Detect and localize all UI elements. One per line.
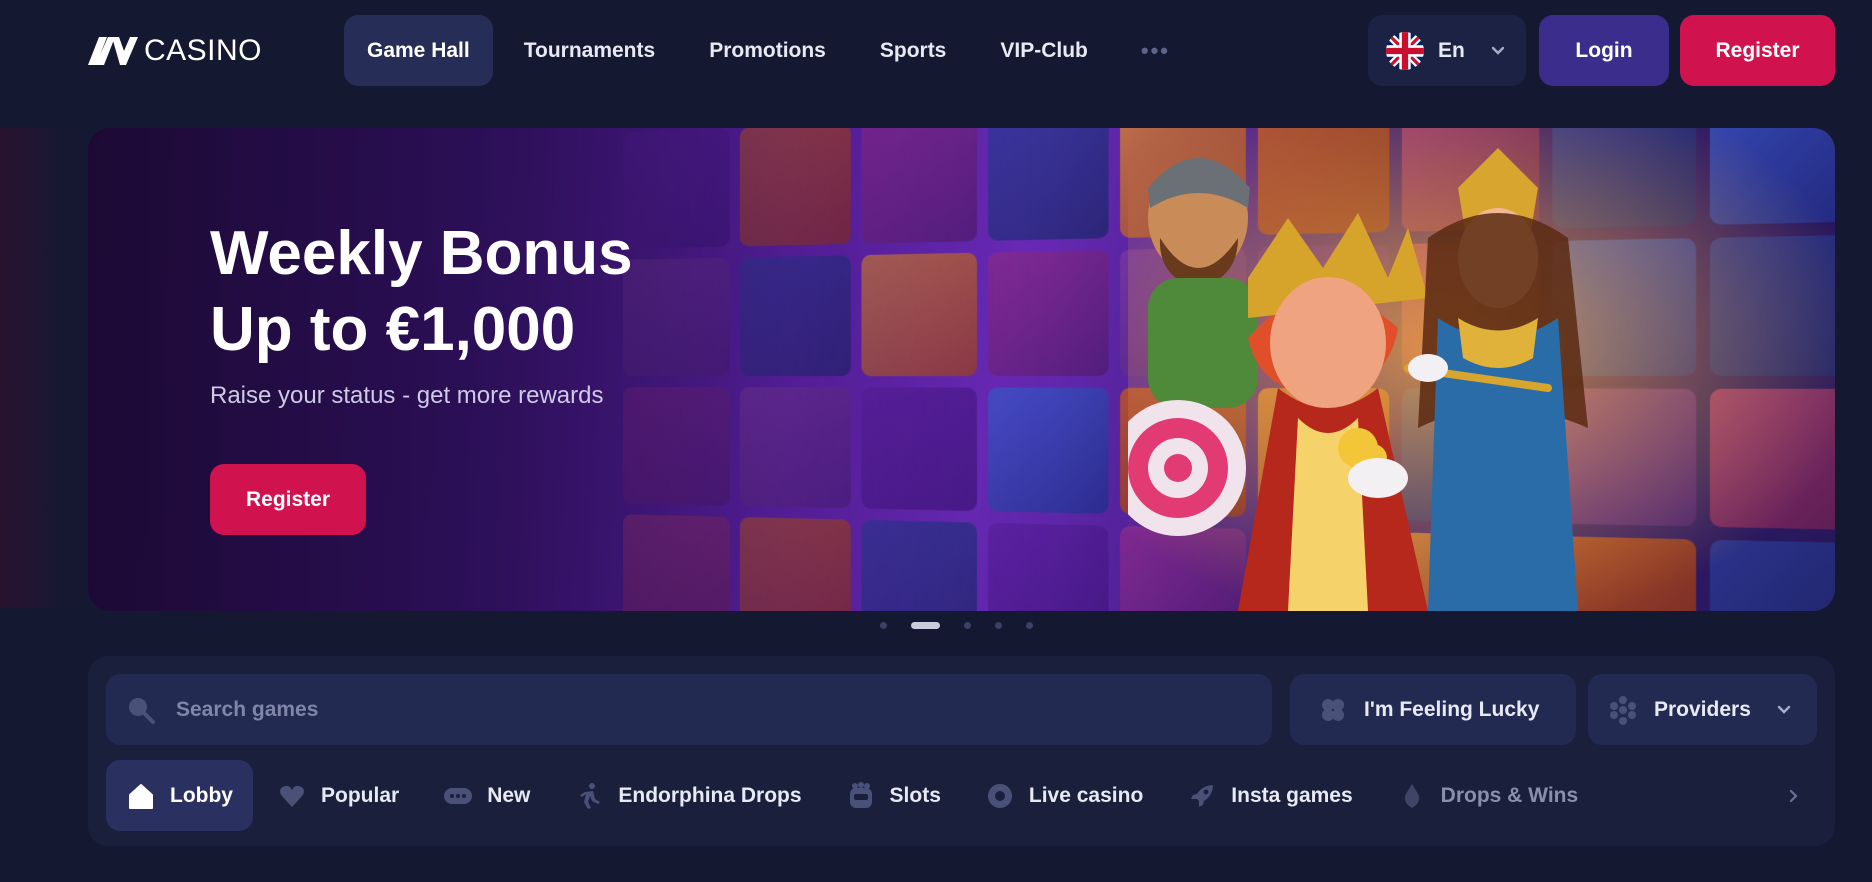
- nav-more-button[interactable]: •••: [1119, 15, 1192, 86]
- clover-icon: [1318, 695, 1348, 725]
- promo-banner[interactable]: Weekly Bonus Up to €1,000 Raise your sta…: [88, 128, 1835, 611]
- carousel-dot[interactable]: [880, 622, 887, 629]
- providers-dropdown[interactable]: Providers: [1588, 674, 1817, 745]
- category-popular[interactable]: Popular: [257, 760, 419, 831]
- carousel-dot[interactable]: [995, 622, 1002, 629]
- login-button[interactable]: Login: [1539, 15, 1669, 86]
- search-input[interactable]: [176, 697, 1256, 722]
- search-icon: [126, 695, 156, 725]
- search-box[interactable]: [106, 674, 1272, 745]
- category-label: New: [487, 783, 531, 807]
- carousel-dot[interactable]: [1026, 622, 1033, 629]
- feeling-lucky-label: I'm Feeling Lucky: [1364, 697, 1540, 721]
- chevron-down-icon: [1491, 39, 1505, 63]
- banner-register-button[interactable]: Register: [210, 464, 366, 535]
- category-new[interactable]: New: [423, 760, 550, 831]
- side-banner-peek: [0, 128, 70, 608]
- nav-promotions[interactable]: Promotions: [686, 15, 849, 86]
- language-label: En: [1438, 38, 1465, 62]
- site-logo[interactable]: CASINO: [88, 34, 262, 68]
- slot-machine-icon: [846, 781, 876, 811]
- banner-subtitle: Raise your status - get more rewards: [210, 382, 604, 409]
- category-lobby[interactable]: Lobby: [106, 760, 253, 831]
- category-slots[interactable]: Slots: [826, 760, 961, 831]
- banner-title-line1: Weekly Bonus: [210, 219, 633, 288]
- uk-flag-icon: [1386, 31, 1424, 70]
- category-label: Insta games: [1231, 783, 1353, 807]
- chevron-down-icon: [1777, 698, 1791, 722]
- nav-tournaments[interactable]: Tournaments: [501, 15, 678, 86]
- logo-text: CASINO: [144, 34, 263, 67]
- category-label: Slots: [889, 783, 941, 807]
- banner-characters-illustration: [1128, 128, 1835, 611]
- games-filter-panel: I'm Feeling Lucky Providers Lobby Popula…: [88, 656, 1835, 846]
- new-badge-icon: [443, 781, 473, 811]
- heart-icon: [277, 781, 307, 811]
- category-drops-wins[interactable]: Drops & Wins: [1377, 760, 1598, 831]
- category-label: Popular: [321, 783, 400, 807]
- main-nav: Game Hall Tournaments Promotions Sports …: [344, 15, 1192, 86]
- feeling-lucky-button[interactable]: I'm Feeling Lucky: [1290, 674, 1576, 745]
- drops-wins-icon: [1397, 781, 1427, 811]
- category-label: Lobby: [170, 783, 233, 807]
- logo-mark-icon: [88, 37, 138, 65]
- category-insta-games[interactable]: Insta games: [1167, 760, 1372, 831]
- category-label: Endorphina Drops: [618, 783, 802, 807]
- rocket-icon: [1187, 781, 1217, 811]
- nav-game-hall[interactable]: Game Hall: [344, 15, 493, 86]
- category-live-casino[interactable]: Live casino: [965, 760, 1163, 831]
- nav-sports[interactable]: Sports: [857, 15, 970, 86]
- live-icon: [985, 781, 1015, 811]
- providers-label: Providers: [1654, 697, 1751, 721]
- register-button[interactable]: Register: [1680, 15, 1835, 86]
- nav-vip-club[interactable]: VIP-Club: [977, 15, 1111, 86]
- language-selector[interactable]: En: [1368, 15, 1526, 86]
- home-icon: [126, 781, 156, 811]
- banner-title-line2: Up to €1,000: [210, 295, 576, 364]
- category-tabs: Lobby Popular New Endorphina Drops Slots: [106, 760, 1817, 831]
- carousel-dot-active[interactable]: [911, 622, 940, 629]
- carousel-dot[interactable]: [964, 622, 971, 629]
- category-endorphina-drops[interactable]: Endorphina Drops: [554, 760, 821, 831]
- carousel-dots: [880, 622, 1033, 629]
- providers-grid-icon: [1608, 695, 1638, 725]
- chevron-right-icon[interactable]: [1773, 760, 1813, 831]
- category-label: Live casino: [1028, 783, 1144, 807]
- runner-icon: [574, 781, 604, 811]
- banner-title: Weekly Bonus Up to €1,000: [210, 216, 633, 368]
- top-header: CASINO Game Hall Tournaments Promotions …: [0, 0, 1872, 104]
- category-label: Drops & Wins: [1440, 783, 1579, 807]
